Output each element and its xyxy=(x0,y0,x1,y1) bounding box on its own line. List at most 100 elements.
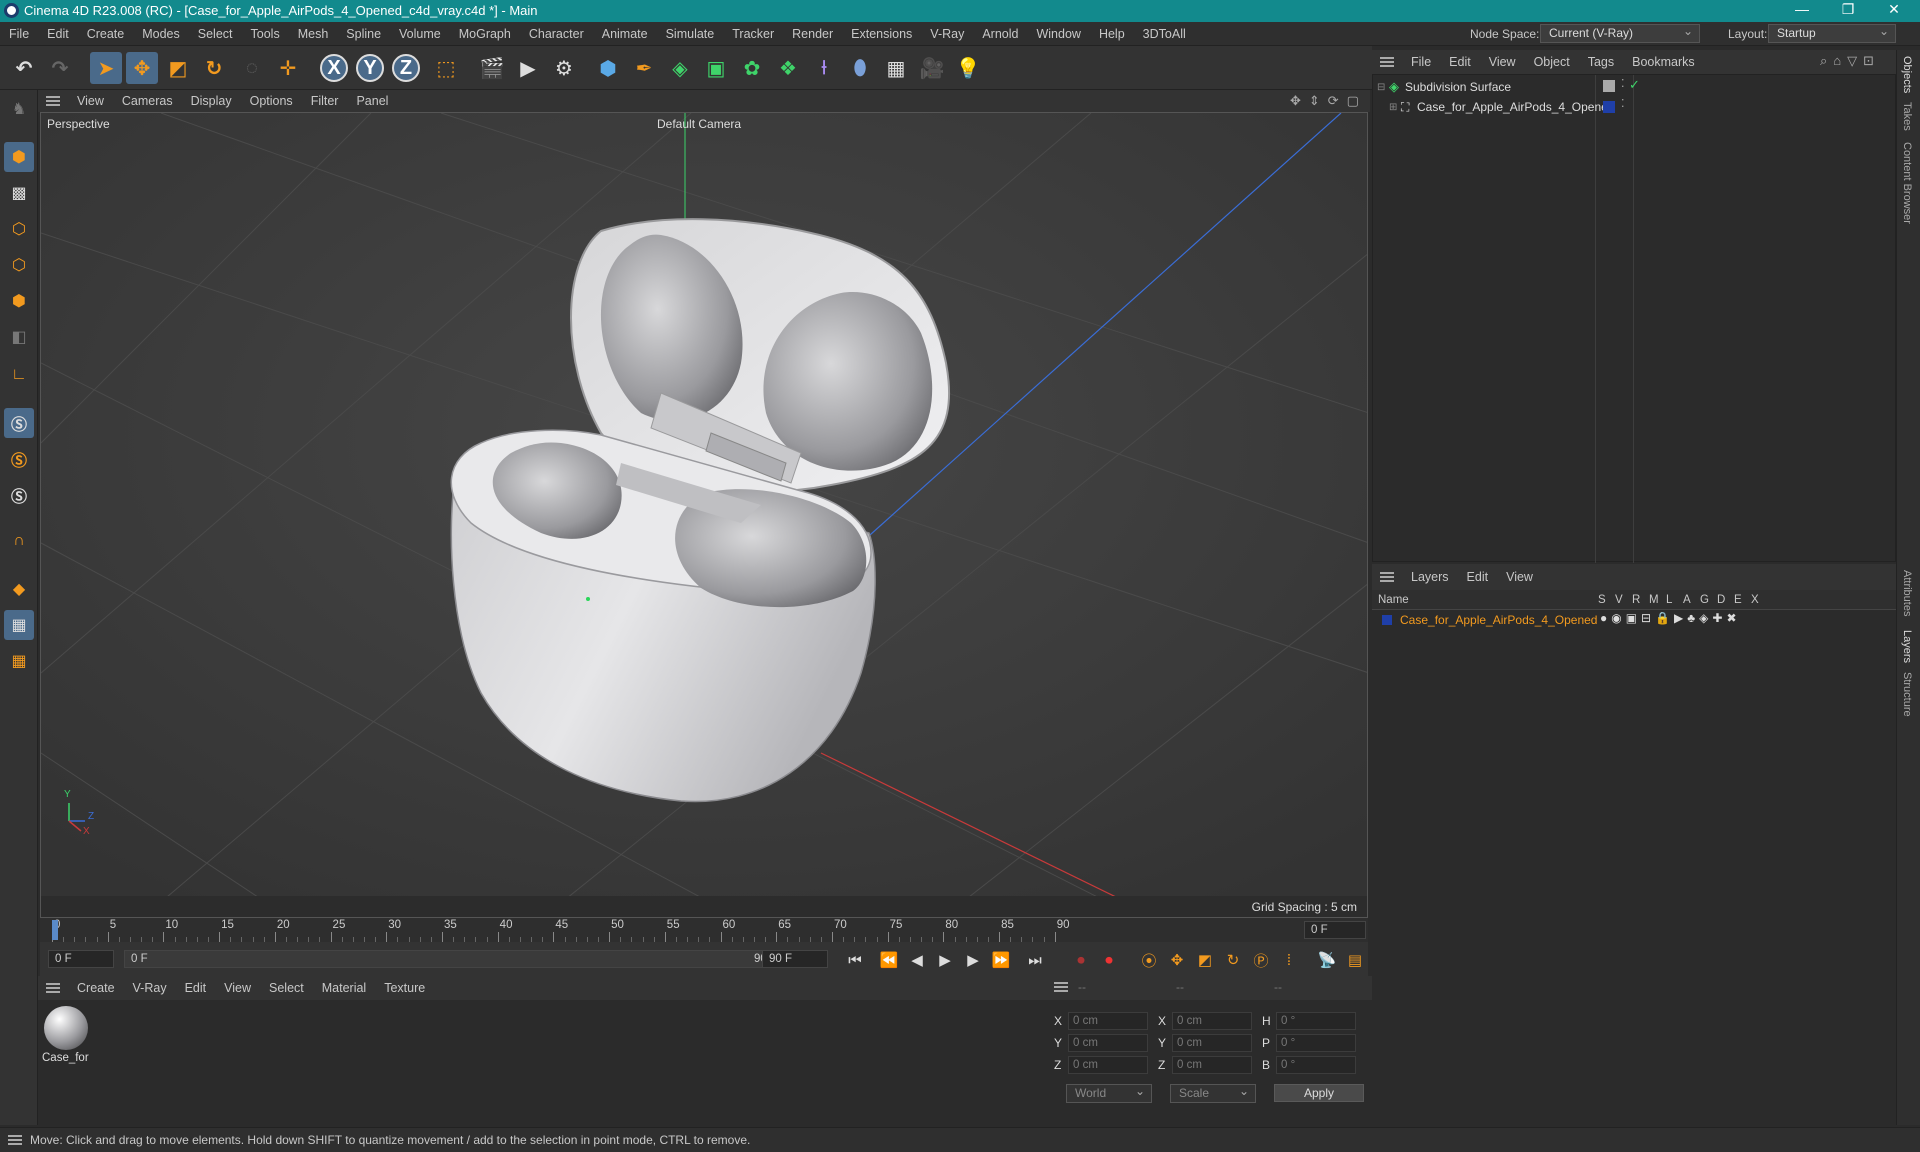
viewport-menu-filter[interactable]: Filter xyxy=(302,90,348,112)
timeline-icon[interactable]: 📡 xyxy=(1316,949,1338,971)
uv-mode-icon[interactable]: ◧ xyxy=(4,322,34,352)
size-x-field[interactable]: 0 cm xyxy=(1172,1012,1252,1030)
menu-character[interactable]: Character xyxy=(520,22,593,46)
expand-icon[interactable]: ⊟ xyxy=(1377,82,1389,93)
pos-y-field[interactable]: 0 cm xyxy=(1068,1034,1148,1052)
create-axis-icon[interactable]: ✛ xyxy=(272,52,304,84)
material-menu-select[interactable]: Select xyxy=(260,976,313,1000)
object-row-subdivision[interactable]: ⊟ ◈ Subdivision Surface ⁚ ✓ xyxy=(1377,77,1897,95)
deformer-icon[interactable]: ❖ xyxy=(772,52,804,84)
object-menu-bookmarks[interactable]: Bookmarks xyxy=(1623,50,1704,74)
menu-mesh[interactable]: Mesh xyxy=(289,22,338,46)
object-menu-tags[interactable]: Tags xyxy=(1579,50,1623,74)
previous-key-icon[interactable]: ⏪ xyxy=(878,949,900,971)
move-tool-icon[interactable]: ✥ xyxy=(126,52,158,84)
z-axis-lock-button[interactable]: Z xyxy=(392,54,420,82)
size-y-field[interactable]: 0 cm xyxy=(1172,1034,1252,1052)
menu-arnold[interactable]: Arnold xyxy=(973,22,1027,46)
object-name[interactable]: Subdivision Surface xyxy=(1405,80,1511,94)
viewport-camera-label[interactable]: Default Camera xyxy=(657,117,741,131)
layer-flag-column-g[interactable]: G xyxy=(1700,594,1717,606)
layer-flag-column-v[interactable]: V xyxy=(1615,594,1632,606)
pos-z-field[interactable]: 0 cm xyxy=(1068,1056,1148,1074)
layer-flag-column-m[interactable]: M xyxy=(1649,594,1666,606)
menu-tools[interactable]: Tools xyxy=(242,22,289,46)
menu-3dtoall[interactable]: 3DToAll xyxy=(1134,22,1195,46)
viewport-nav-icons[interactable]: ✥⇕⟳▢ xyxy=(1290,93,1367,109)
render-settings-icon[interactable]: ⚙ xyxy=(548,52,580,84)
size-mode-dropdown[interactable]: Scale xyxy=(1170,1083,1256,1103)
render-view-icon[interactable]: 🎬 xyxy=(476,52,508,84)
layer-name[interactable]: Case_for_Apple_AirPods_4_Opened xyxy=(1400,613,1597,627)
node-space-dropdown[interactable]: Current (V-Ray) xyxy=(1540,23,1700,43)
points-mode-icon[interactable]: ⬡ xyxy=(4,214,34,244)
layer-menu-view[interactable]: View xyxy=(1497,564,1542,590)
next-frame-icon[interactable]: ▶ xyxy=(962,949,984,971)
workplane-icon[interactable]: ◆ xyxy=(4,574,34,604)
layer-color-swatch[interactable] xyxy=(1382,615,1392,625)
extrude-generator-icon[interactable]: ▣ xyxy=(700,52,732,84)
polygons-mode-icon[interactable]: ⬢ xyxy=(4,286,34,316)
layer-color-swatch[interactable] xyxy=(1603,101,1615,113)
material-menu-texture[interactable]: Texture xyxy=(375,976,434,1000)
apply-button[interactable]: Apply xyxy=(1274,1084,1364,1102)
end-frame-field[interactable]: 90 F xyxy=(762,950,828,968)
y-axis-lock-button[interactable]: Y xyxy=(356,54,384,82)
menu-create[interactable]: Create xyxy=(78,22,134,46)
recent-tools-icon[interactable]: ◌ xyxy=(236,52,268,84)
menu-volume[interactable]: Volume xyxy=(390,22,450,46)
key-selection-icon[interactable]: ⦿ xyxy=(1138,949,1160,971)
close-button[interactable]: ✕ xyxy=(1874,1,1914,18)
menu-select[interactable]: Select xyxy=(189,22,242,46)
locked-workplane-icon[interactable]: ▦ xyxy=(4,646,34,676)
material-menu-create[interactable]: Create xyxy=(68,976,124,1000)
layer-flag-column-l[interactable]: L xyxy=(1666,594,1683,606)
material-swatch[interactable] xyxy=(44,1006,88,1050)
redo-icon[interactable]: ↷ xyxy=(44,52,76,84)
menu-v-ray[interactable]: V-Ray xyxy=(921,22,973,46)
object-menu-edit[interactable]: Edit xyxy=(1440,50,1480,74)
menu-tracker[interactable]: Tracker xyxy=(723,22,783,46)
object-row-case[interactable]: ⊞ ⛶ Case_for_Apple_AirPods_4_Opened ⁚ xyxy=(1389,97,1889,115)
menu-simulate[interactable]: Simulate xyxy=(657,22,724,46)
key-position-icon[interactable]: ✥ xyxy=(1166,949,1188,971)
menu-render[interactable]: Render xyxy=(783,22,842,46)
pen-spline-icon[interactable]: ✒ xyxy=(628,52,660,84)
light-icon[interactable]: 💡 xyxy=(952,52,984,84)
material-menu-v-ray[interactable]: V-Ray xyxy=(124,976,176,1000)
layer-flag-column-x[interactable]: X xyxy=(1751,594,1768,606)
layer-flag-column-e[interactable]: E xyxy=(1734,594,1751,606)
texture-mode-icon[interactable]: ▩ xyxy=(4,178,34,208)
menu-modes[interactable]: Modes xyxy=(133,22,189,46)
live-selection-icon[interactable]: ➤ xyxy=(90,52,122,84)
rotate-tool-icon[interactable]: ↻ xyxy=(198,52,230,84)
solo-off-icon[interactable]: Ⓢ xyxy=(4,480,34,510)
object-name[interactable]: Case_for_Apple_AirPods_4_Opened xyxy=(1417,100,1614,114)
material-menu-edit[interactable]: Edit xyxy=(176,976,216,1000)
go-to-end-icon[interactable]: ⏭ xyxy=(1024,949,1046,971)
snap-magnet-icon[interactable]: ∩ xyxy=(4,526,34,556)
tab-attributes[interactable]: Attributes xyxy=(1901,570,1913,616)
editor-render-dots[interactable]: ⁚ xyxy=(1621,97,1625,110)
object-menu-object[interactable]: Object xyxy=(1525,50,1579,74)
object-menu-view[interactable]: View xyxy=(1480,50,1525,74)
tab-layers[interactable]: Layers xyxy=(1901,630,1913,663)
menu-help[interactable]: Help xyxy=(1090,22,1134,46)
undo-icon[interactable]: ↶ xyxy=(8,52,40,84)
axis-mode-icon[interactable]: ∟ xyxy=(4,360,34,390)
menu-mograph[interactable]: MoGraph xyxy=(450,22,520,46)
tab-takes[interactable]: Takes xyxy=(1901,102,1913,131)
editor-render-dots[interactable]: ⁚ xyxy=(1621,77,1625,90)
tab-content-browser[interactable]: Content Browser xyxy=(1901,142,1913,224)
key-point-level-icon[interactable]: ⁞ xyxy=(1278,949,1300,971)
status-menu-icon[interactable] xyxy=(8,1135,22,1145)
start-frame-field[interactable]: 0 F xyxy=(48,950,114,968)
material-menu-material[interactable]: Material xyxy=(313,976,375,1000)
make-editable-icon[interactable]: ♞ xyxy=(4,94,34,124)
mograph-cloner-icon[interactable]: ✿ xyxy=(736,52,768,84)
record-icon[interactable]: ⏺ xyxy=(1070,949,1092,971)
layer-flag-column-a[interactable]: A xyxy=(1683,594,1700,606)
scheme-icon[interactable]: ▤ xyxy=(1344,949,1366,971)
solo-hierarchy-icon[interactable]: Ⓢ xyxy=(4,444,34,474)
rot-h-field[interactable]: 0 ° xyxy=(1276,1012,1356,1030)
